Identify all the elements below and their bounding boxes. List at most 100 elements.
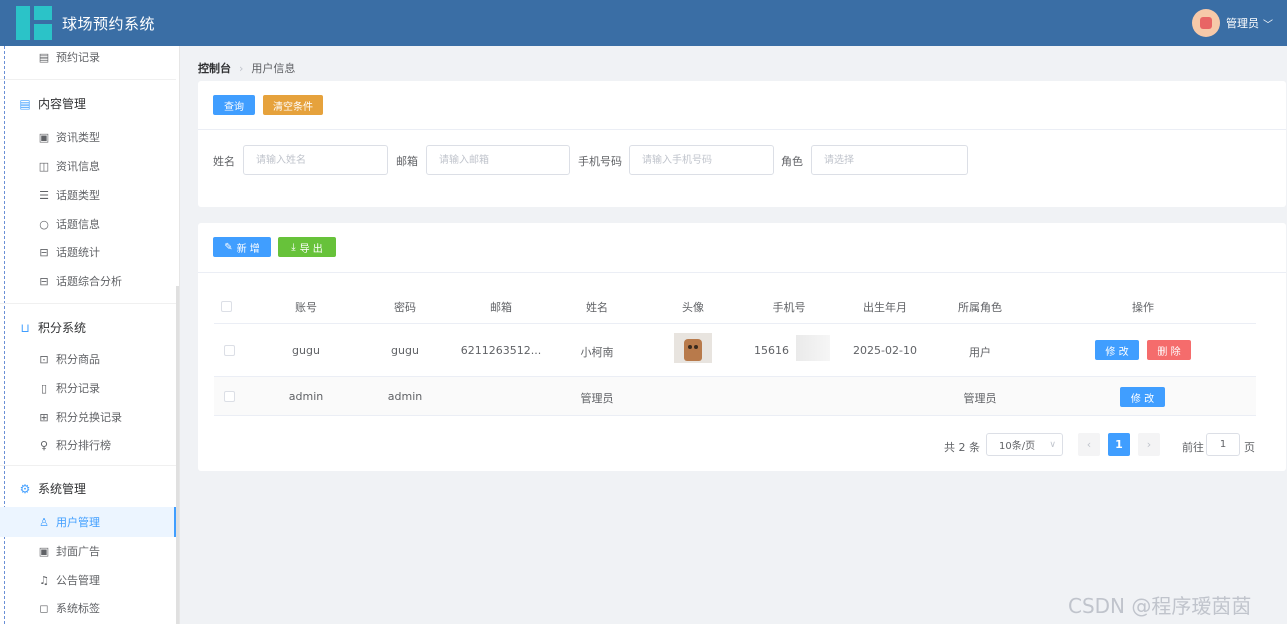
phone-redaction	[796, 335, 830, 361]
cart-icon: ⊞	[39, 410, 49, 424]
table-card: ✎ 新 增 ⤓ 导 出 账号 密码 邮箱 姓名 头像 手机号 出生年月 所属角色…	[198, 223, 1286, 471]
sidebar: ▤ 预约记录 ▤ 内容管理 ▣ 资讯类型 ◫ 资讯信息 ☰ 话题类型 ○ 话题信息 ⊟ 话…	[0, 46, 180, 624]
cell-birth: 2025-02-10	[853, 344, 917, 357]
cell-name: 管理员	[580, 392, 614, 405]
document-add-icon: ◫	[38, 159, 50, 173]
download-icon: ⤓	[291, 241, 296, 253]
notebook-icon: ▣	[38, 130, 50, 144]
document-icon: ▤	[38, 50, 50, 64]
breadcrumb-home[interactable]: 控制台	[198, 60, 231, 76]
sidebar-item-points-goods[interactable]: ⊡ 积分商品	[38, 350, 100, 368]
prev-page-button[interactable]: ‹	[1078, 433, 1100, 456]
search-card: 查询 清空条件 姓名 邮箱 手机号码 角色	[198, 81, 1286, 207]
breadcrumb: 控制台 › 用户信息	[198, 60, 295, 76]
app-logo	[16, 6, 52, 40]
chevron-down-icon[interactable]: ﹀	[1263, 16, 1273, 31]
row-checkbox[interactable]	[224, 391, 235, 402]
sidebar-item-user-management[interactable]: ♙ 用户管理	[38, 513, 100, 531]
breadcrumb-current: 用户信息	[251, 62, 296, 75]
sidebar-item-points-records[interactable]: ▯ 积分记录	[38, 379, 100, 397]
trophy-icon: ♀	[39, 438, 49, 452]
user-icon: ♙	[39, 515, 49, 529]
pagination-total: 共 2 条	[944, 441, 980, 454]
chart-board-icon: ⊟	[39, 274, 49, 288]
sidebar-group-system[interactable]: ⚙ 系统管理	[18, 480, 86, 497]
sidebar-group-points[interactable]: ⊔ 积分系统	[18, 319, 86, 336]
sidebar-item-topic-analysis[interactable]: ⊟ 话题综合分析	[38, 272, 122, 290]
sidebar-item-points-exchange[interactable]: ⊞ 积分兑换记录	[38, 408, 122, 426]
page-number-current[interactable]: 1	[1108, 433, 1130, 456]
cell-password: gugu	[391, 344, 419, 357]
role-label: 角色	[781, 155, 803, 168]
sidebar-item-topic-info[interactable]: ○ 话题信息	[38, 215, 100, 233]
cell-password: admin	[387, 390, 423, 403]
column-header-avatar: 头像	[682, 301, 704, 314]
cell-role: 管理员	[963, 392, 997, 405]
cell-name: 小柯南	[580, 346, 614, 359]
column-header-email: 邮箱	[490, 301, 512, 314]
avatar[interactable]	[1192, 9, 1220, 37]
sidebar-item-topic-type[interactable]: ☰ 话题类型	[38, 186, 100, 204]
select-all-checkbox[interactable]	[221, 301, 232, 312]
next-page-button[interactable]: ›	[1138, 433, 1160, 456]
cell-email: 6211263512...	[460, 344, 542, 357]
notes-icon: ☰	[39, 188, 49, 202]
query-button[interactable]: 查询	[213, 95, 255, 115]
edit-icon: ✎	[224, 241, 233, 253]
app-title: 球场预约系统	[62, 14, 156, 33]
column-header-name: 姓名	[586, 301, 608, 314]
column-header-phone: 手机号	[772, 301, 806, 314]
gear-icon: ⚙	[19, 481, 31, 496]
add-button[interactable]: ✎ 新 增	[213, 237, 271, 257]
cup-icon: ⊔	[20, 320, 30, 335]
user-avatar-thumbnail	[674, 333, 712, 363]
name-input[interactable]	[243, 145, 388, 175]
sidebar-scrollbar[interactable]	[176, 286, 179, 624]
goto-page-input[interactable]: 1	[1206, 433, 1240, 456]
bell-icon: ♫	[39, 573, 49, 587]
sidebar-item-topic-stats[interactable]: ⊟ 话题统计	[38, 243, 100, 261]
phone-input[interactable]	[629, 145, 774, 175]
phone-label: 手机号码	[578, 155, 622, 168]
role-select[interactable]	[811, 145, 968, 175]
page-size-select[interactable]: 10条/页 ∨	[986, 433, 1063, 456]
bookmark-icon: ◻	[39, 601, 49, 615]
clear-conditions-button[interactable]: 清空条件	[263, 95, 323, 115]
cell-account: admin	[288, 390, 324, 403]
column-header-role: 所属角色	[958, 301, 1002, 314]
column-header-password: 密码	[394, 301, 416, 314]
edit-button[interactable]: 修 改	[1095, 340, 1139, 360]
page-unit-label: 页	[1244, 441, 1255, 454]
chevron-down-icon: ∨	[1049, 439, 1056, 450]
chart-board-icon: ⊟	[39, 245, 49, 259]
sidebar-item-cover-ads[interactable]: ▣ 封面广告	[38, 542, 100, 560]
column-header-actions: 操作	[1132, 301, 1154, 314]
sidebar-item-news-info[interactable]: ◫ 资讯信息	[38, 157, 100, 175]
chat-icon: ○	[39, 217, 49, 231]
top-header: 球场预约系统 管理员 ﹀	[0, 0, 1287, 46]
edit-button[interactable]: 修 改	[1120, 387, 1165, 407]
column-header-birth: 出生年月	[863, 301, 907, 314]
goods-icon: ⊡	[39, 352, 49, 366]
sidebar-item-points-ranking[interactable]: ♀ 积分排行榜	[38, 436, 111, 454]
email-input[interactable]	[426, 145, 570, 175]
column-header-account: 账号	[295, 301, 317, 314]
document-icon: ▤	[19, 96, 31, 111]
export-button[interactable]: ⤓ 导 出	[278, 237, 336, 257]
user-name[interactable]: 管理员	[1226, 15, 1259, 31]
sidebar-item-system-tags[interactable]: ◻ 系统标签	[38, 599, 100, 617]
watermark: CSDN @程序瑷茵茵	[1068, 594, 1252, 618]
goto-label: 前往	[1182, 441, 1204, 454]
user-menu[interactable]: 管理员 ﹀	[1192, 9, 1273, 37]
files-icon: ▯	[40, 381, 48, 395]
sidebar-group-content[interactable]: ▤ 内容管理	[18, 95, 86, 112]
cell-account: gugu	[292, 344, 320, 357]
sidebar-item-news-type[interactable]: ▣ 资讯类型	[38, 128, 100, 146]
sidebar-item-announcements[interactable]: ♫ 公告管理	[38, 571, 100, 589]
name-label: 姓名	[213, 155, 235, 168]
sidebar-item-booking-records[interactable]: ▤ 预约记录	[38, 48, 100, 66]
cell-role: 用户	[969, 346, 991, 359]
row-checkbox[interactable]	[224, 345, 235, 356]
delete-button[interactable]: 删 除	[1147, 340, 1191, 360]
breadcrumb-separator: ›	[239, 61, 244, 75]
